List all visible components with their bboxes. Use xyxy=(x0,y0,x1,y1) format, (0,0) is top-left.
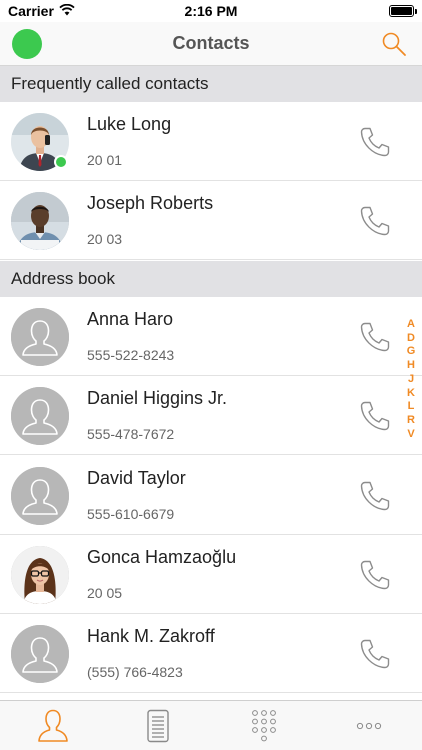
contact-name: Luke Long xyxy=(87,114,172,134)
section-header-address-book: Address book xyxy=(0,261,422,297)
contact-row[interactable]: Daniel Higgins Jr. 555-478-7672 xyxy=(0,376,422,455)
alphabet-index[interactable]: A D G H J K L R V xyxy=(404,318,418,441)
carrier-label: Carrier xyxy=(8,3,54,19)
contact-name: Daniel Higgins Jr. xyxy=(87,388,228,408)
tab-dialpad[interactable] xyxy=(211,701,317,750)
avatar xyxy=(11,192,69,250)
person-placeholder-icon xyxy=(11,308,69,366)
section-header-frequent: Frequently called contacts xyxy=(0,66,422,102)
presence-status-button[interactable] xyxy=(12,29,42,59)
contact-number: 20 03 xyxy=(87,231,123,247)
alpha-index-letter[interactable]: K xyxy=(407,387,415,401)
status-bar: Carrier 2:16 PM xyxy=(0,0,422,22)
battery-icon xyxy=(389,5,417,17)
contact-name: David Taylor xyxy=(87,468,186,488)
contact-number: 20 01 xyxy=(87,152,123,168)
call-button[interactable] xyxy=(356,635,394,673)
alpha-index-letter[interactable]: L xyxy=(408,400,415,414)
contact-row[interactable]: Luke Long 20 01 xyxy=(0,102,422,181)
alpha-index-letter[interactable]: A xyxy=(407,318,415,332)
contact-row[interactable]: Hank M. Zakroff (555) 766-4823 xyxy=(0,614,422,693)
call-button[interactable] xyxy=(356,556,394,594)
avatar-placeholder xyxy=(11,467,69,525)
alpha-index-letter[interactable]: G xyxy=(407,345,416,359)
call-button[interactable] xyxy=(356,397,394,435)
contact-number: 20 05 xyxy=(87,585,123,601)
online-status-indicator xyxy=(54,155,68,169)
contact-name: Anna Haro xyxy=(87,309,174,329)
wifi-icon xyxy=(59,3,75,19)
call-log-icon xyxy=(147,709,169,742)
tab-call-log[interactable] xyxy=(106,701,212,750)
contact-number: 555-478-7672 xyxy=(87,426,175,442)
contact-row[interactable]: Joseph Roberts 20 03 xyxy=(0,181,422,260)
alpha-index-letter[interactable]: V xyxy=(407,428,414,442)
person-placeholder-icon xyxy=(11,625,69,683)
contact-number: (555) 766-4823 xyxy=(87,664,183,680)
avatar-placeholder xyxy=(11,387,69,445)
alpha-index-letter[interactable]: D xyxy=(407,332,415,346)
alpha-index-letter[interactable]: R xyxy=(407,414,415,428)
avatar xyxy=(11,546,69,604)
call-button[interactable] xyxy=(356,123,394,161)
phone-icon xyxy=(360,639,390,669)
phone-icon xyxy=(360,206,390,236)
call-button[interactable] xyxy=(356,202,394,240)
avatar-placeholder xyxy=(11,625,69,683)
avatar-placeholder xyxy=(11,308,69,366)
tab-more[interactable] xyxy=(317,701,422,750)
phone-icon xyxy=(360,481,390,511)
call-button[interactable] xyxy=(356,477,394,515)
dialpad-icon xyxy=(251,709,276,741)
contact-name: Joseph Roberts xyxy=(87,193,214,213)
phone-icon xyxy=(360,127,390,157)
page-title: Contacts xyxy=(172,33,250,53)
call-button[interactable] xyxy=(356,318,394,356)
person-placeholder-icon xyxy=(11,467,69,525)
alpha-index-letter[interactable]: H xyxy=(407,359,415,373)
contact-number: 555-610-6679 xyxy=(87,506,175,522)
contact-row[interactable]: Anna Haro 555-522-8243 xyxy=(0,297,422,376)
phone-icon xyxy=(360,322,390,352)
status-left: Carrier xyxy=(8,3,75,19)
contact-name: Hank M. Zakroff xyxy=(87,626,215,646)
phone-icon xyxy=(360,560,390,590)
tab-contacts[interactable] xyxy=(0,701,106,750)
search-button[interactable] xyxy=(378,28,410,60)
more-icon xyxy=(357,722,382,729)
tab-bar xyxy=(0,700,422,750)
person-icon xyxy=(37,709,68,742)
person-placeholder-icon xyxy=(11,387,69,445)
alpha-index-letter[interactable]: J xyxy=(408,373,414,387)
contact-row[interactable]: Gonca Hamzaoğlu 20 05 xyxy=(0,535,422,614)
nav-bar: Contacts xyxy=(0,22,422,66)
contact-name: Gonca Hamzaoğlu xyxy=(87,547,237,567)
search-icon xyxy=(382,32,406,56)
contact-number: 555-522-8243 xyxy=(87,347,175,363)
phone-icon xyxy=(360,401,390,431)
contact-row[interactable]: David Taylor 555-610-6679 xyxy=(0,456,422,535)
